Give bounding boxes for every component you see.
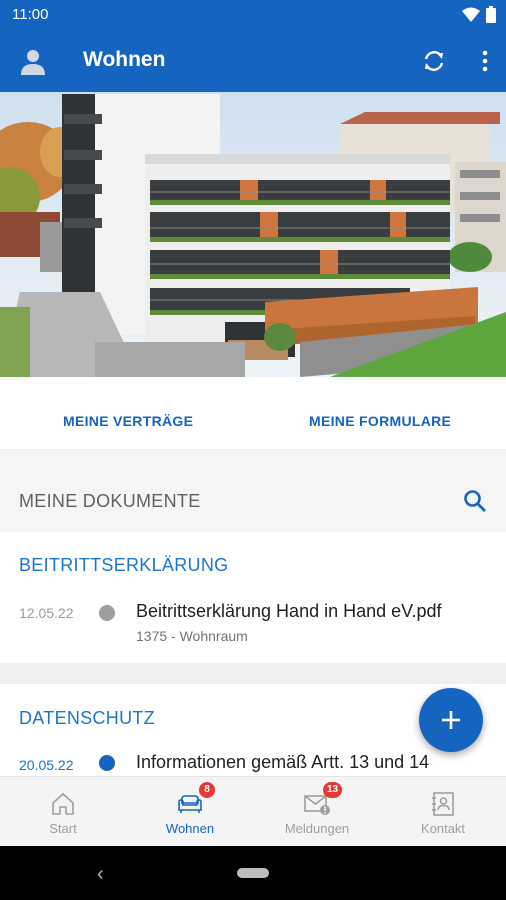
document-title[interactable]: Beitrittserklärung Hand in Hand eV.pdf <box>136 601 442 622</box>
contact-book-icon <box>432 792 454 816</box>
document-title[interactable]: Informationen gemäß Artt. 13 und 14 <box>136 752 429 773</box>
wohnen-badge: 8 <box>199 782 215 798</box>
document-section: BEITRITTSERKLÄRUNG 12.05.22 Beitrittserk… <box>0 532 506 663</box>
nav-wohnen-label: Wohnen <box>165 821 215 836</box>
my-forms-link[interactable]: MEINE FORMULARE <box>309 413 451 429</box>
document-date: 12.05.22 <box>19 605 74 621</box>
building-photo <box>0 92 506 377</box>
nav-start[interactable]: Start <box>0 777 126 847</box>
wifi-icon <box>462 7 480 22</box>
my-contracts-link[interactable]: MEINE VERTRÄGE <box>63 413 193 429</box>
add-fab-button[interactable] <box>419 688 483 752</box>
nav-kontakt-label: Kontakt <box>420 821 466 836</box>
home-pill-icon[interactable] <box>237 868 269 878</box>
app-bar: Wohnen <box>0 30 506 92</box>
page-title: Wohnen <box>83 48 166 71</box>
section-title: DATENSCHUTZ <box>19 708 155 728</box>
status-time: 11:00 <box>12 6 49 23</box>
unread-status-dot <box>99 755 115 771</box>
document-subtitle: 1375 - Wohnraum <box>136 628 248 644</box>
back-icon[interactable]: ‹ <box>97 863 104 886</box>
nav-meldungen-label: Meldungen <box>284 821 350 836</box>
nav-kontakt[interactable]: Kontakt <box>380 777 506 847</box>
nav-meldungen[interactable]: 13 Meldungen <box>254 777 380 847</box>
read-status-dot <box>99 605 115 621</box>
search-icon[interactable] <box>462 488 488 514</box>
bottom-navigation: Start 8 Wohnen 13 Meldungen Kontakt <box>0 776 506 847</box>
quick-links: MEINE VERTRÄGE MEINE FORMULARE <box>0 377 506 449</box>
nav-start-label: Start <box>49 821 77 836</box>
battery-icon <box>486 6 496 23</box>
documents-header: MEINE DOKUMENTE <box>0 450 506 532</box>
section-title: BEITRITTSERKLÄRUNG <box>19 555 229 575</box>
avatar-icon[interactable] <box>18 47 48 77</box>
plus-icon <box>442 711 460 729</box>
documents-header-label: MEINE DOKUMENTE <box>19 491 201 511</box>
sync-icon[interactable] <box>420 47 448 75</box>
document-date: 20.05.22 <box>19 757 74 773</box>
meldungen-badge: 13 <box>323 782 343 798</box>
home-icon <box>52 792 74 815</box>
status-bar: 11:00 <box>0 0 506 30</box>
system-navigation-bar: ‹ <box>0 846 506 900</box>
more-vert-icon[interactable] <box>478 47 492 75</box>
nav-wohnen[interactable]: 8 Wohnen <box>127 777 253 847</box>
